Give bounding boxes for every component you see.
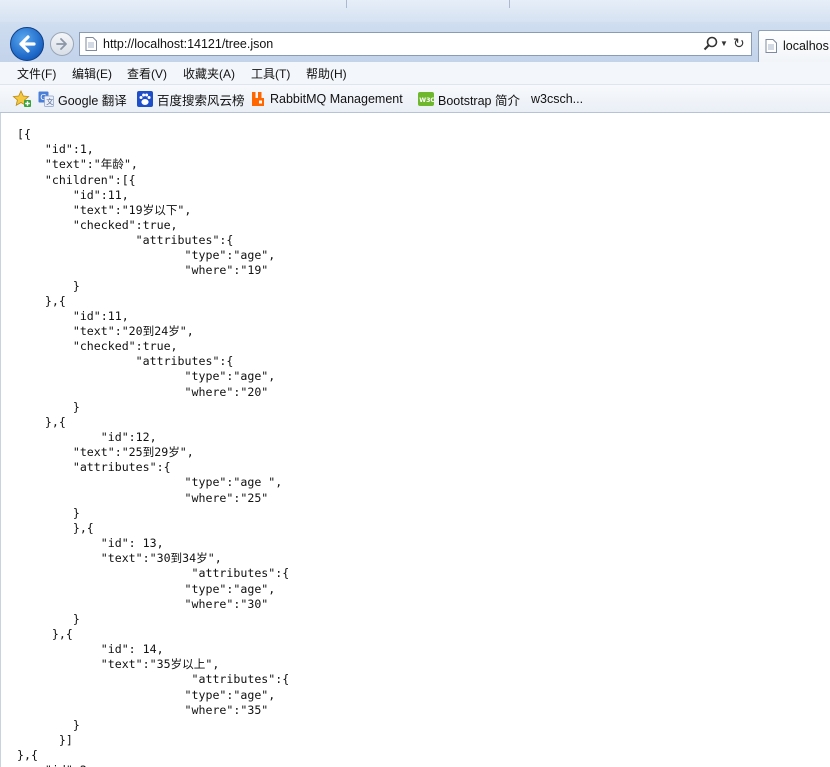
json-line: } [17,399,80,414]
favorite-w3cschool[interactable]: w3csch... [531,90,583,108]
json-line: "where":"30" [17,596,269,611]
page-content: [{ "id":1, "text":"年龄", "children":[{ "i… [0,113,830,767]
json-line: "checked":true, [17,217,178,232]
tab-label: localhos [783,39,829,53]
json-line: "id": 14, [17,642,164,657]
favorite-label: Bootstrap 简介 [438,93,520,108]
json-line: "type":"age", [17,369,276,384]
favorite-rabbitmq[interactable]: RabbitMQ Management [250,90,403,108]
menu-favorites[interactable]: 收藏夹(A) [183,65,235,82]
json-line: "attributes":{ [17,566,290,581]
favorite-bootstrap[interactable]: W3C Bootstrap 简介 [418,90,520,108]
json-line: "id": 13, [17,536,164,551]
favorite-label: w3csch... [531,92,584,106]
json-line: "where":"35" [17,702,269,717]
menu-edit[interactable]: 编辑(E) [72,65,112,82]
title-bar-divider [509,0,510,8]
json-line: "attributes":{ [17,460,171,475]
json-line: "text":"20到24岁", [17,324,194,338]
browser-toolbar: http://localhost:14121/tree.json ▼ ↻ loc… [0,0,830,62]
json-line: "text":"35岁以上", [17,657,220,672]
json-line: },{ [17,627,73,641]
favorite-label: RabbitMQ Management [270,92,403,106]
json-line: "attributes":{ [17,672,290,687]
json-line: "where":"19" [17,263,269,278]
favorite-google-translate[interactable]: G 文 Google 翻译 [38,90,127,108]
back-button[interactable] [10,27,44,61]
json-line: "type":"age", [17,687,276,702]
w3c-icon: W3C [418,91,435,107]
star-add-icon[interactable] [12,90,32,108]
json-line: } [17,717,80,732]
page-icon [85,37,97,51]
menu-file[interactable]: 文件(F) [17,65,56,82]
json-line: "id":11, [17,187,129,202]
json-line: "text":"25到29岁", [17,445,194,460]
json-line: }] [17,733,73,747]
json-line: "text":"30到34岁", [17,551,222,566]
json-line: } [17,611,80,626]
json-line: [{ [17,127,31,141]
title-bar-divider [346,0,347,8]
json-line: },{ [17,520,94,535]
favorites-bar: G 文 Google 翻译 百度搜索风云榜 RabbitMQ Managemen… [0,85,830,113]
json-line: "attributes":{ [17,354,234,369]
favorite-label: Google 翻译 [58,93,127,108]
address-bar[interactable]: http://localhost:14121/tree.json ▼ ↻ [79,32,752,56]
json-line: "where":"20" [17,384,269,399]
chevron-down-icon[interactable]: ▼ [720,39,728,48]
json-line: "type":"age ", [17,475,283,490]
json-line: },{ [17,748,38,763]
json-line: "type":"age", [17,581,276,596]
json-line: "children":[{ [17,172,136,187]
json-line: "attributes":{ [17,233,234,247]
search-icon[interactable] [703,36,719,52]
title-bar [0,0,830,22]
menu-bar: 文件(F) 编辑(E) 查看(V) 收藏夹(A) 工具(T) 帮助(H) [0,62,830,85]
menu-view[interactable]: 查看(V) [127,65,167,82]
json-line: "id":12, [17,430,157,444]
menu-help[interactable]: 帮助(H) [306,65,347,82]
json-line: "text":"年龄", [17,157,138,172]
svg-text:W3C: W3C [419,97,434,104]
json-line: "id":1, [17,142,94,157]
json-line: },{ [17,293,66,308]
svg-text:文: 文 [46,97,53,106]
json-line: },{ [17,414,66,429]
forward-button[interactable] [50,32,74,56]
google-translate-icon: G 文 [38,91,54,107]
tab-current[interactable]: localhos [758,30,830,62]
refresh-icon[interactable]: ↻ [733,35,745,52]
menu-tools[interactable]: 工具(T) [251,65,290,82]
json-line: "where":"25" [17,490,269,505]
json-line: } [17,278,80,293]
favorite-label: 百度搜索风云榜 [157,93,245,108]
page-icon [765,39,777,53]
json-line: "checked":true, [17,339,178,354]
baidu-paw-icon [137,91,153,107]
json-line: } [17,505,80,520]
json-line: "id":2, [17,763,94,767]
arrow-right-icon [56,38,67,50]
arrow-left-icon [19,35,36,53]
json-line: "type":"age", [17,248,276,263]
rabbitmq-icon [250,91,266,107]
favorite-baidu[interactable]: 百度搜索风云榜 [137,90,245,108]
json-line: "id":11, [17,308,129,323]
address-url[interactable]: http://localhost:14121/tree.json [103,37,273,51]
json-line: "text":"19岁以下", [17,202,192,217]
